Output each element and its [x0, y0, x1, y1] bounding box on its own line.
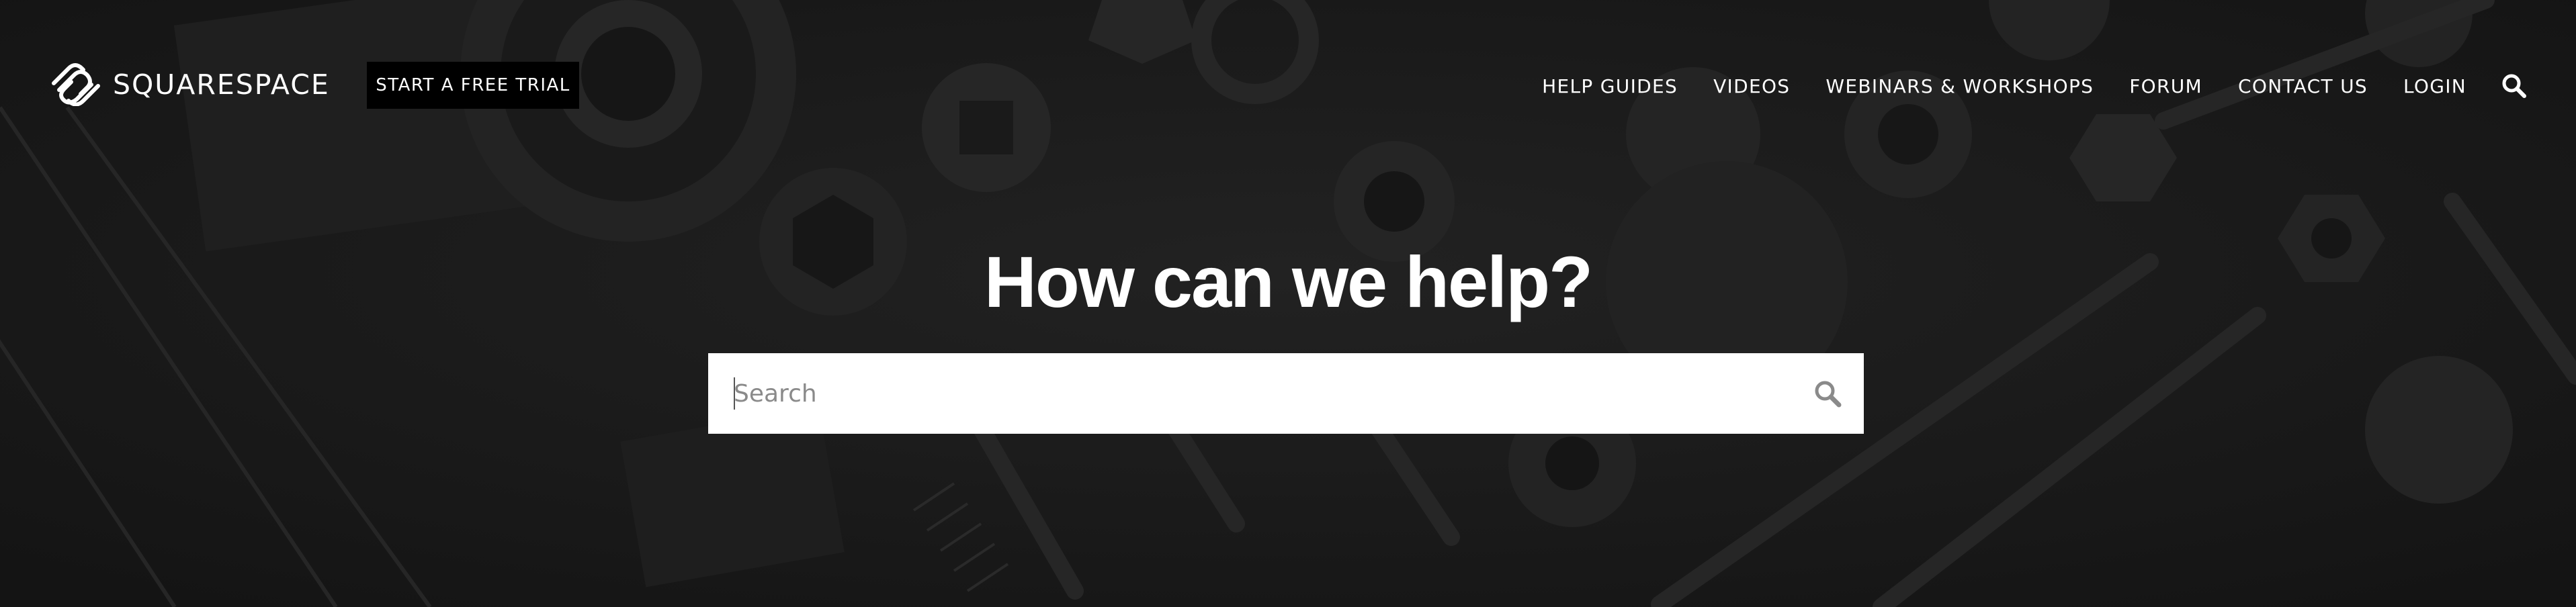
- logo-wordmark: SQUARESPACE: [113, 68, 330, 101]
- nav-item-help-guides[interactable]: HELP GUIDES: [1542, 75, 1678, 97]
- text-caret: [734, 377, 735, 410]
- nav-item-forum[interactable]: FORUM: [2129, 75, 2202, 97]
- squarespace-logo-icon: [52, 63, 100, 106]
- search-icon[interactable]: [2501, 73, 2528, 99]
- page: SQUARESPACE START A FREE TRIAL HELP GUID…: [0, 0, 2576, 607]
- squarespace-logo[interactable]: SQUARESPACE: [48, 63, 330, 106]
- search-icon[interactable]: [1813, 379, 1842, 408]
- search-bar: [708, 353, 1864, 434]
- main-nav: HELP GUIDES VIDEOS WEBINARS & WORKSHOPS …: [1542, 70, 2528, 102]
- hero-title: How can we help?: [984, 241, 1593, 322]
- nav-item-login[interactable]: LOGIN: [2403, 75, 2466, 97]
- nav-item-webinars-workshops[interactable]: WEBINARS & WORKSHOPS: [1826, 75, 2094, 97]
- search-input[interactable]: [708, 353, 1813, 434]
- nav-item-contact-us[interactable]: CONTACT US: [2238, 75, 2368, 97]
- nav-item-videos[interactable]: VIDEOS: [1713, 75, 1790, 97]
- start-free-trial-button[interactable]: START A FREE TRIAL: [367, 62, 579, 109]
